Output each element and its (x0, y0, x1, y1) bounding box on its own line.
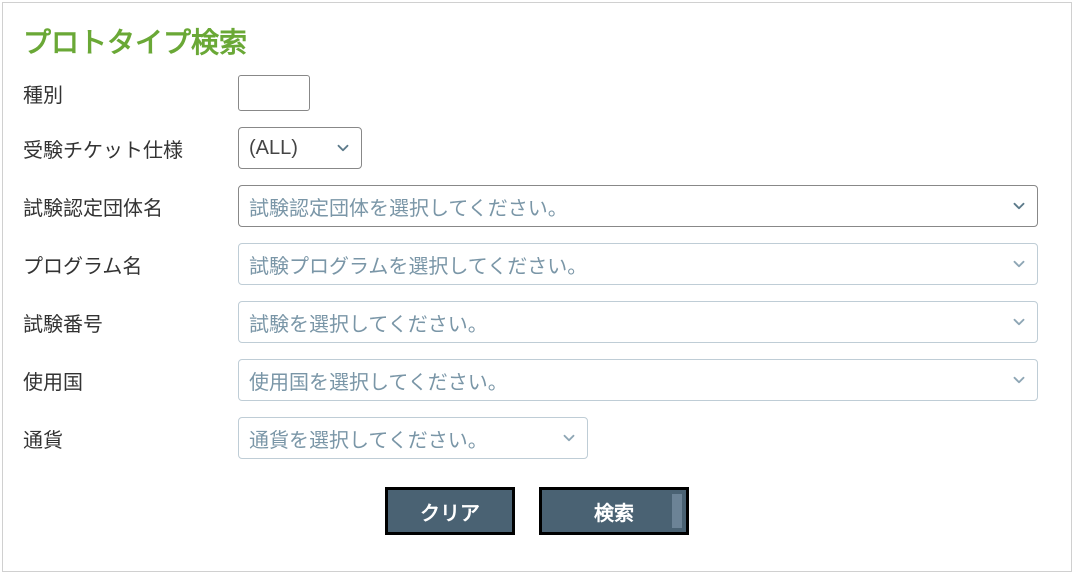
input-type[interactable] (238, 75, 310, 111)
select-sponsor[interactable]: 試験認定団体を選択してください。 (238, 185, 1038, 227)
row-exam-number: 試験番号 試験を選択してください。 (23, 301, 1051, 343)
search-panel: プロトタイプ検索 種別 受験チケット仕様 (ALL) 試験認定団体名 試験認定団… (2, 2, 1072, 572)
row-country: 使用国 使用国を選択してください。 (23, 359, 1051, 401)
label-country: 使用国 (23, 366, 238, 395)
row-type: 種別 (23, 75, 1051, 111)
select-currency[interactable]: 通貨を選択してください。 (238, 417, 588, 459)
search-button[interactable]: 検索 (539, 487, 689, 535)
select-exam-number-placeholder: 試験を選択してください。 (249, 308, 488, 337)
row-sponsor: 試験認定団体名 試験認定団体を選択してください。 (23, 185, 1051, 227)
page-title: プロトタイプ検索 (23, 21, 1051, 61)
label-sponsor: 試験認定団体名 (23, 192, 238, 221)
clear-button[interactable]: クリア (385, 487, 515, 535)
select-exam-number[interactable]: 試験を選択してください。 (238, 301, 1038, 343)
search-button-label: 検索 (594, 497, 634, 526)
button-row: クリア 検索 (23, 487, 1051, 535)
row-currency: 通貨 通貨を選択してください。 (23, 417, 1051, 459)
select-program-placeholder: 試験プログラムを選択してください。 (249, 250, 587, 279)
row-ticket-spec: 受験チケット仕様 (ALL) (23, 127, 1051, 169)
label-exam-number: 試験番号 (23, 308, 238, 337)
label-ticket-spec: 受験チケット仕様 (23, 134, 238, 163)
label-type: 種別 (23, 79, 238, 108)
select-sponsor-placeholder: 試験認定団体を選択してください。 (249, 192, 568, 221)
select-ticket-spec-value: (ALL) (249, 137, 298, 160)
select-country-placeholder: 使用国を選択してください。 (249, 366, 508, 395)
select-ticket-spec[interactable]: (ALL) (238, 127, 362, 169)
label-program: プログラム名 (23, 250, 238, 279)
select-currency-placeholder: 通貨を選択してください。 (249, 424, 488, 453)
clear-button-label: クリア (420, 497, 480, 526)
select-program[interactable]: 試験プログラムを選択してください。 (238, 243, 1038, 285)
select-country[interactable]: 使用国を選択してください。 (238, 359, 1038, 401)
row-program: プログラム名 試験プログラムを選択してください。 (23, 243, 1051, 285)
label-currency: 通貨 (23, 424, 238, 453)
